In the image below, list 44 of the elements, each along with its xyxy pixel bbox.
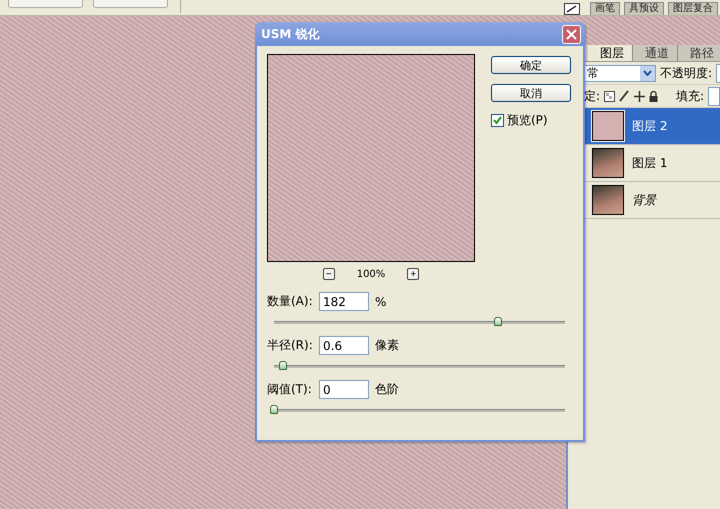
window-title: USM 锐化	[261, 26, 320, 42]
zoom-in-button[interactable]: +	[407, 268, 420, 280]
layer-name: 图层 2	[632, 118, 668, 134]
photo-placeholder	[592, 185, 624, 215]
brush-icon[interactable]	[619, 90, 630, 102]
panel-tab[interactable]: 图层	[588, 45, 633, 61]
palette-tab[interactable]: 具预设	[624, 2, 664, 15]
input-field[interactable]: 0	[319, 380, 369, 399]
layer-thumbnail	[592, 111, 624, 141]
parameter-label: 半径(R):	[267, 337, 314, 354]
parameter-label: 数量(A):	[267, 293, 314, 310]
unit-label: %	[375, 294, 386, 308]
slider-thumb[interactable]	[270, 405, 278, 414]
close-icon	[566, 28, 577, 40]
unit-label: 色阶	[375, 381, 399, 398]
input-field[interactable]: 0.6	[319, 336, 369, 355]
palette-tab[interactable]: 画笔	[590, 2, 620, 15]
unit-label: 像素	[375, 337, 399, 354]
lock-icon[interactable]	[649, 90, 658, 102]
slider-thumb[interactable]	[494, 317, 502, 326]
slider-thumb[interactable]	[278, 361, 287, 370]
dialog-button[interactable]: 确定	[491, 56, 571, 74]
layer-name: 图层 1	[632, 154, 668, 172]
blend-mode-dropdown[interactable]: 常	[584, 64, 656, 82]
checkerboard-icon[interactable]	[604, 90, 616, 102]
zoom-level: 100%	[356, 268, 386, 280]
close-button[interactable]	[562, 24, 581, 44]
panel-tab[interactable]: 路径	[678, 45, 720, 61]
move-icon[interactable]	[634, 90, 646, 102]
zoom-out-button[interactable]: −	[322, 268, 335, 280]
photo-placeholder	[592, 148, 624, 178]
lock-label: 定:	[584, 88, 600, 104]
dialog-button[interactable]: 取消	[491, 84, 571, 102]
palette-tab[interactable]: 图层复合	[668, 2, 718, 15]
fill-field[interactable]	[708, 86, 720, 106]
brush-icon[interactable]	[564, 3, 580, 15]
parameter-label: 阈值(T):	[267, 381, 313, 398]
fill-label: 填充:	[676, 88, 704, 104]
layer-name: 背景	[632, 192, 656, 208]
checkbox[interactable]	[491, 114, 504, 127]
checkbox-label: 预览(P)	[507, 112, 548, 129]
input-field[interactable]: 182	[319, 292, 369, 311]
opacity-label: 不透明度:	[660, 64, 712, 82]
panel-tab[interactable]: 通道	[633, 45, 678, 61]
